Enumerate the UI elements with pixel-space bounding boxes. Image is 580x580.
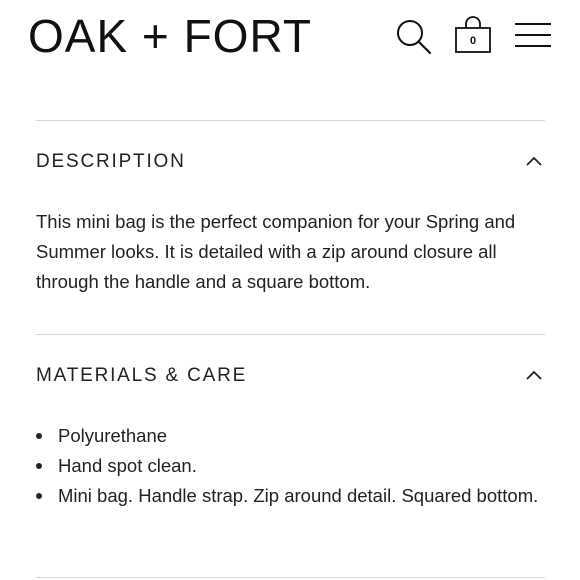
materials-care-toggle[interactable]: MATERIALS & CARE: [36, 361, 545, 391]
bullet-icon: [36, 493, 42, 499]
site-header: OAK + FORT 0: [0, 0, 580, 80]
brand-logo[interactable]: OAK + FORT: [28, 8, 312, 64]
list-item: Polyurethane: [36, 421, 545, 451]
divider: [36, 120, 545, 121]
bullet-icon: [36, 463, 42, 469]
list-item: Hand spot clean.: [36, 451, 545, 481]
divider: [36, 577, 545, 578]
section-title: DESCRIPTION: [36, 151, 186, 172]
cart-count: 0: [469, 35, 477, 47]
divider: [36, 334, 545, 335]
section-title: MATERIALS & CARE: [36, 365, 248, 386]
hamburger-menu-icon: [515, 23, 551, 47]
search-button[interactable]: [394, 17, 434, 57]
search-icon: [397, 20, 432, 55]
description-text: This mini bag is the perfect companion f…: [36, 211, 516, 292]
materials-list: Polyurethane Hand spot clean. Mini bag. …: [36, 421, 545, 511]
menu-button[interactable]: [514, 20, 552, 52]
description-toggle[interactable]: DESCRIPTION: [36, 147, 545, 177]
chevron-up-icon: [526, 370, 542, 380]
cart-button[interactable]: 0: [454, 16, 494, 56]
list-item: Mini bag. Handle strap. Zip around detai…: [36, 481, 545, 511]
chevron-up-icon: [526, 156, 542, 166]
bullet-icon: [36, 433, 42, 439]
